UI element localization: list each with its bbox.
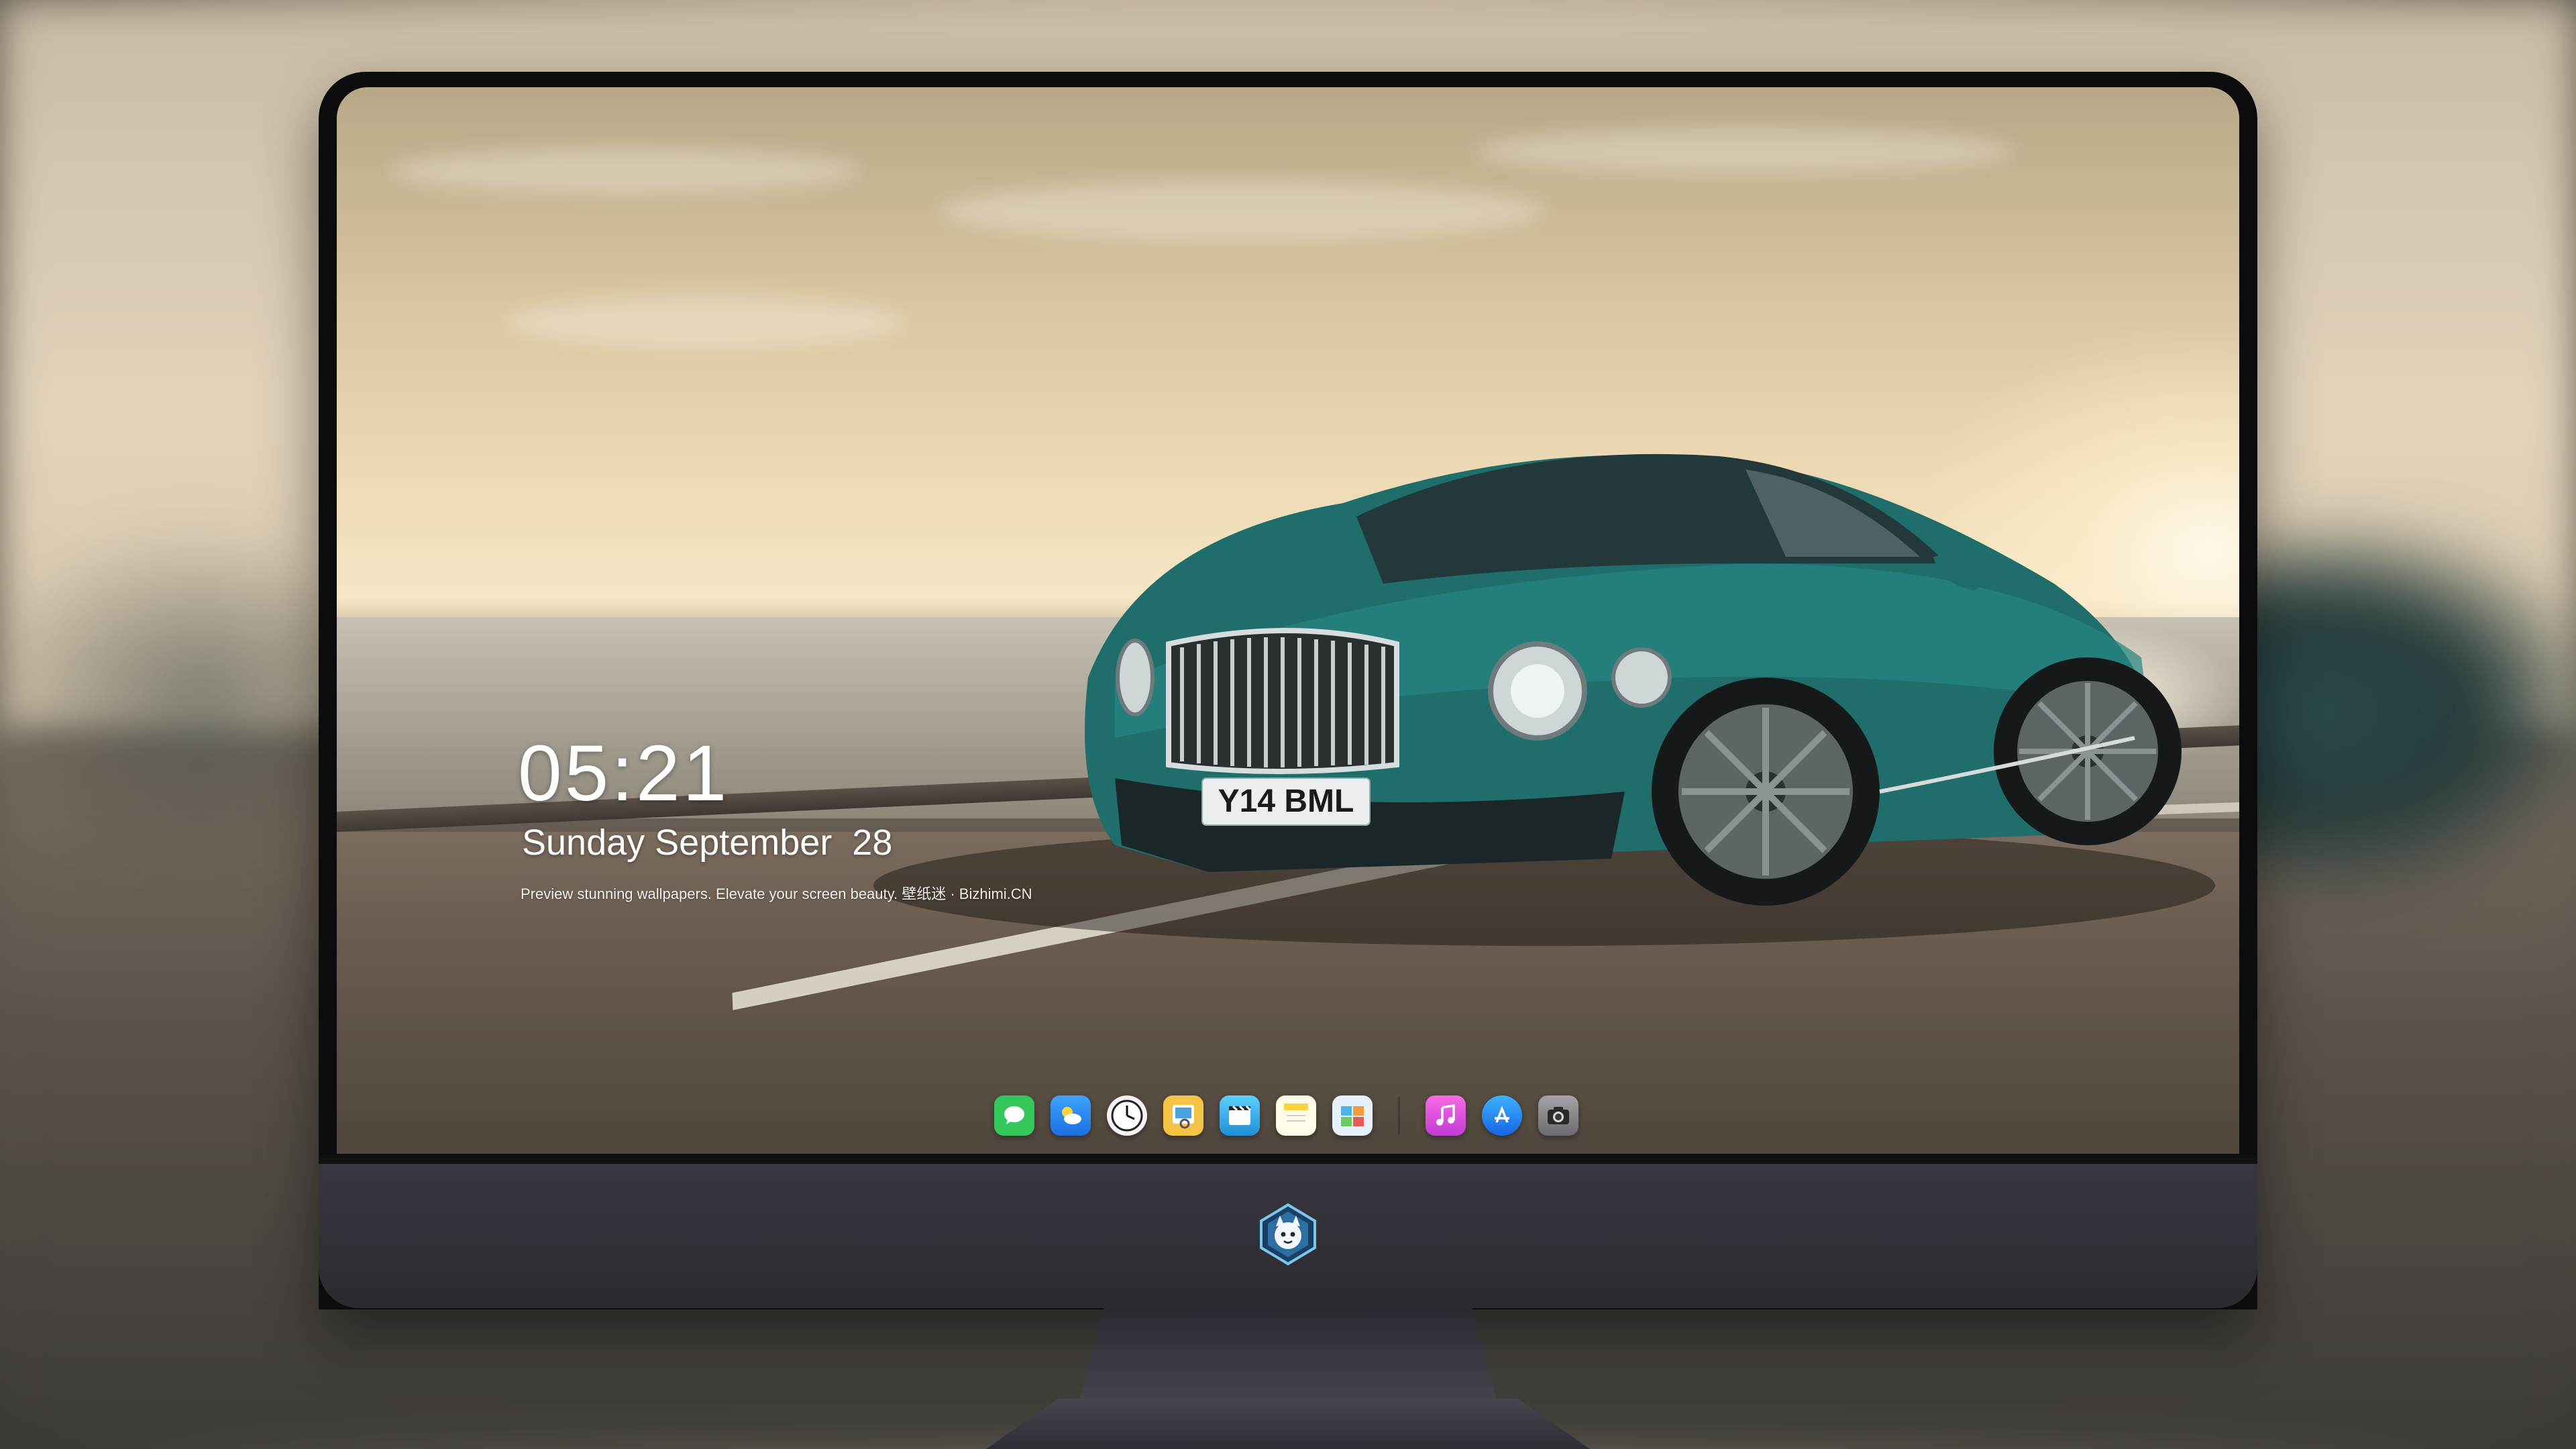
camera-icon[interactable]	[1538, 1095, 1578, 1136]
dock	[977, 1083, 1595, 1147]
clips-icon[interactable]	[1219, 1095, 1260, 1136]
lockscreen-clock: 05:21	[518, 729, 730, 818]
monitor-logo	[1254, 1201, 1322, 1268]
cloud	[941, 181, 1544, 241]
monitor-chin-edge	[319, 1155, 2257, 1165]
weather-icon[interactable]	[1050, 1095, 1091, 1136]
car-wallpaper: Y14 BML	[873, 453, 2215, 946]
lockscreen-tagline: Preview stunning wallpapers. Elevate you…	[521, 885, 1032, 902]
lockscreen-date: Sunday September 28	[522, 822, 893, 863]
photo-gallery-icon[interactable]	[1332, 1095, 1373, 1136]
music-icon[interactable]	[1425, 1095, 1466, 1136]
app-store-icon[interactable]	[1481, 1095, 1522, 1136]
mascot-logo-icon	[1260, 1203, 1316, 1266]
license-plate-text: Y14 BML	[1218, 784, 1354, 819]
cloud	[1477, 127, 2014, 174]
dock-separator	[1397, 1096, 1400, 1134]
preview-icon[interactable]	[1163, 1095, 1203, 1136]
monitor-stand-neck	[1079, 1308, 1497, 1402]
clock-icon[interactable]	[1106, 1095, 1147, 1136]
cloud	[390, 148, 860, 195]
cloud	[504, 295, 907, 349]
messages-icon[interactable]	[994, 1095, 1034, 1136]
desktop-screen: Y14 BML 05:21 Sunday September 28 Previe…	[337, 87, 2239, 1154]
monitor-stand-base	[986, 1399, 1590, 1449]
notes-icon[interactable]	[1275, 1095, 1316, 1136]
